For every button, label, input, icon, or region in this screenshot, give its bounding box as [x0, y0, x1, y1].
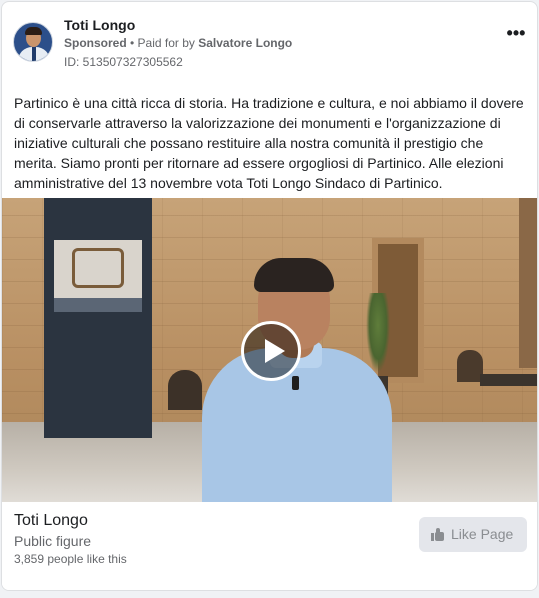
- play-triangle: [265, 339, 285, 363]
- lapel-microphone: [292, 376, 299, 390]
- paid-for-prefix: Paid for by: [137, 36, 199, 50]
- thumbs-up-icon: [431, 528, 444, 541]
- sign-strip: [54, 298, 142, 312]
- avatar[interactable]: [13, 22, 53, 62]
- speaker-hair: [254, 258, 334, 292]
- sign-panel: [54, 240, 142, 312]
- page-footer: Toti Longo Public figure 3,859 people li…: [2, 502, 537, 590]
- avatar-tie: [32, 47, 36, 61]
- wall-column: [519, 198, 537, 368]
- speaker-shirt: [202, 348, 392, 502]
- like-page-button[interactable]: Like Page: [419, 517, 527, 552]
- speaker: [192, 256, 402, 502]
- ad-header: Toti Longo Sponsored • Paid for by Salva…: [13, 17, 528, 70]
- video-thumbnail[interactable]: [2, 198, 537, 502]
- ad-body-text: Partinico è una città ricca di storia. H…: [14, 95, 524, 191]
- sign-logo: [72, 248, 124, 288]
- page-name-link[interactable]: Toti Longo: [64, 17, 135, 33]
- paid-for-by-name: Salvatore Longo: [198, 36, 293, 50]
- meta-separator: •: [126, 36, 138, 50]
- bench: [480, 374, 537, 386]
- more-horizontal-icon[interactable]: •••: [504, 24, 528, 46]
- like-page-label: Like Page: [451, 526, 514, 542]
- page-category: Public figure: [14, 533, 92, 549]
- ad-id: ID: 513507327305562: [64, 55, 183, 69]
- avatar-hair: [25, 27, 42, 35]
- footer-page-name[interactable]: Toti Longo: [14, 512, 88, 530]
- sponsored-label: Sponsored: [64, 36, 127, 50]
- page-like-count: 3,859 people like this: [14, 552, 127, 566]
- sponsored-line: Sponsored • Paid for by Salvatore Longo: [64, 36, 292, 50]
- play-icon[interactable]: [241, 321, 301, 381]
- ad-card: Toti Longo Sponsored • Paid for by Salva…: [1, 1, 538, 591]
- museum-signboard: [44, 198, 152, 438]
